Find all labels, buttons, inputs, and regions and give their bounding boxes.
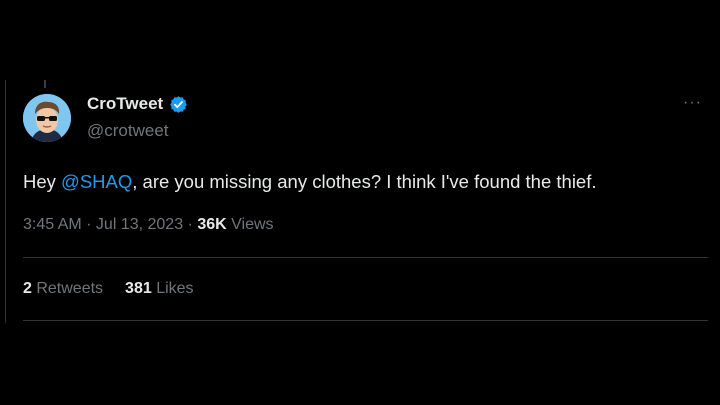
likes-stat[interactable]: 381 Likes (125, 280, 194, 297)
avatar[interactable] (23, 94, 71, 142)
retweets-count: 2 (23, 280, 32, 297)
likes-count: 381 (125, 280, 152, 297)
views-count: 36K (197, 216, 227, 233)
mention-link[interactable]: @SHAQ (61, 171, 132, 192)
meta-separator: · (81, 216, 96, 233)
author-display-name[interactable]: CroTweet (87, 94, 163, 114)
thread-line (5, 80, 6, 323)
author-name-row[interactable]: CroTweet (87, 94, 188, 114)
tweet-meta: 3:45 AM · Jul 13, 2023 · 36K Views (23, 216, 274, 234)
avatar-cartoon-icon (23, 94, 71, 142)
tweet-text-before: Hey (23, 171, 62, 192)
thread-connector (44, 80, 46, 88)
author-handle[interactable]: @crotweet (87, 121, 169, 141)
likes-label: Likes (151, 280, 194, 297)
engagement-stats: 2 Retweets 381 Likes (23, 280, 194, 298)
views-label: Views (226, 216, 274, 233)
meta-separator: · (183, 216, 198, 233)
tweet-text-after: , are you missing any clothes? I think I… (132, 171, 597, 192)
tweet-date[interactable]: Jul 13, 2023 (96, 216, 183, 233)
tweet-time[interactable]: 3:45 AM (23, 216, 82, 233)
divider (23, 320, 708, 321)
retweets-label: Retweets (31, 280, 104, 297)
divider (23, 257, 708, 258)
verified-badge-icon (169, 95, 188, 114)
retweets-stat[interactable]: 2 Retweets (23, 280, 103, 297)
tweet-text: Hey @SHAQ, are you missing any clothes? … (23, 170, 703, 194)
more-horizontal-icon[interactable]: ··· (683, 95, 702, 111)
